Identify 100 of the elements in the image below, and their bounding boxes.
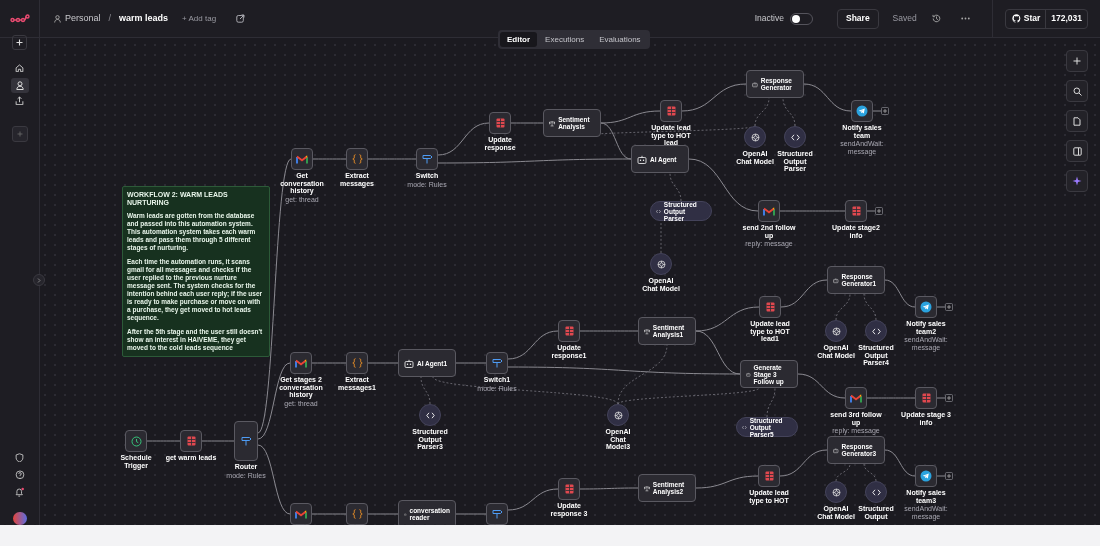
- tab[interactable]: Executions: [538, 32, 592, 47]
- add-node-handle[interactable]: [945, 394, 953, 402]
- sub-node[interactable]: [865, 320, 887, 342]
- more-icon[interactable]: [960, 17, 970, 20]
- workflow-node[interactable]: [486, 503, 508, 525]
- sub-node[interactable]: [825, 481, 847, 503]
- workflow-node[interactable]: [915, 296, 937, 318]
- paper-plane-icon: [856, 105, 868, 117]
- add-node-handle[interactable]: [881, 107, 889, 115]
- sub-node[interactable]: [744, 126, 766, 148]
- workflow-node[interactable]: [558, 478, 580, 500]
- paper-plane-icon: [920, 301, 932, 313]
- connector: [779, 210, 846, 212]
- workflow-node[interactable]: [346, 352, 368, 374]
- workflow-node[interactable]: [915, 387, 937, 409]
- sub-node[interactable]: [650, 253, 672, 275]
- home-icon[interactable]: [15, 63, 24, 73]
- workflow-node[interactable]: [346, 503, 368, 525]
- workflow-node[interactable]: [346, 148, 368, 170]
- search-icon: [1072, 86, 1082, 96]
- code-icon: [656, 207, 661, 215]
- bell-icon[interactable]: [14, 486, 25, 498]
- workflow-node[interactable]: [291, 148, 313, 170]
- workflow-node[interactable]: [851, 100, 873, 122]
- external-link-icon[interactable]: [236, 14, 246, 23]
- envelope-m-icon: [295, 509, 307, 519]
- workflow-node[interactable]: [489, 112, 511, 134]
- user-avatar[interactable]: [12, 511, 27, 525]
- table-icon: [851, 206, 861, 216]
- sub-node[interactable]: [825, 320, 847, 342]
- robot-icon: [404, 358, 414, 368]
- table-icon: [764, 471, 774, 481]
- tab[interactable]: Editor: [500, 32, 538, 47]
- add-node-handle[interactable]: [875, 207, 883, 215]
- sub-node[interactable]: [419, 404, 441, 426]
- workflow-node[interactable]: [915, 465, 937, 487]
- table-icon: [564, 326, 574, 336]
- signpost-icon: [421, 154, 433, 164]
- workflow-node[interactable]: [234, 421, 258, 461]
- connector: [779, 449, 828, 477]
- workflow-node[interactable]: [125, 430, 147, 452]
- sticky-note-button[interactable]: [1066, 110, 1088, 132]
- connector: [782, 97, 796, 127]
- knot-icon: [750, 132, 760, 142]
- workflow-node[interactable]: [759, 296, 781, 318]
- workflow-node[interactable]: [290, 503, 312, 525]
- connector: [884, 449, 916, 477]
- github-icon: [1011, 14, 1021, 23]
- connector: [367, 362, 399, 364]
- status-label: Inactive: [754, 12, 784, 25]
- workflow-node[interactable]: [660, 100, 682, 122]
- connector: [803, 83, 852, 112]
- plus-icon: [1073, 57, 1081, 65]
- table-icon: [564, 484, 574, 494]
- connector: [510, 122, 544, 124]
- help-icon[interactable]: [14, 470, 25, 480]
- workflow-node[interactable]: [486, 352, 508, 374]
- active-toggle[interactable]: [790, 12, 813, 25]
- sub-node[interactable]: [784, 126, 806, 148]
- workflow-node[interactable]: [558, 320, 580, 342]
- workflow-node[interactable]: [290, 352, 312, 374]
- add-tag-link[interactable]: + Add tag: [182, 12, 217, 25]
- workflow-name[interactable]: warm leads: [119, 11, 169, 26]
- workflow-node[interactable]: [758, 200, 780, 222]
- nav-item[interactable]: [10, 78, 29, 93]
- shield-icon[interactable]: [15, 452, 24, 463]
- github-star-button[interactable]: Star 172,031: [1004, 8, 1088, 29]
- ai-assistant-button[interactable]: [1066, 170, 1088, 192]
- connector: [669, 172, 682, 202]
- panel-button[interactable]: [1066, 140, 1088, 162]
- braces-icon: [351, 358, 363, 368]
- workflow-node[interactable]: [845, 200, 867, 222]
- workflow-node[interactable]: [416, 148, 438, 170]
- workflow-node[interactable]: [845, 387, 867, 409]
- workspace-link[interactable]: Personal: [65, 11, 101, 26]
- sparkle-icon: [1072, 176, 1082, 186]
- envelope-m-icon: [763, 206, 775, 216]
- add-node-handle[interactable]: [945, 303, 953, 311]
- add-button[interactable]: [12, 35, 27, 50]
- sub-node[interactable]: [607, 404, 629, 426]
- logo-icon[interactable]: [9, 13, 30, 24]
- code-icon: [871, 488, 881, 496]
- share-button[interactable]: Share: [837, 8, 879, 29]
- robot-icon: [637, 154, 647, 164]
- add-node-button[interactable]: [1066, 50, 1088, 72]
- panel-icon: [1072, 146, 1082, 156]
- knot-icon: [831, 487, 841, 497]
- paper-plane-icon: [920, 470, 932, 482]
- history-icon[interactable]: [931, 14, 941, 23]
- connector: [681, 83, 747, 112]
- plus-icon: [16, 130, 23, 137]
- upload-icon[interactable]: [15, 95, 24, 106]
- search-button[interactable]: [1066, 80, 1088, 102]
- workflow-node[interactable]: [758, 465, 780, 487]
- envelope-m-icon: [295, 358, 307, 368]
- tab[interactable]: Evaluations: [592, 32, 648, 47]
- sub-node[interactable]: [865, 481, 887, 503]
- add-node-handle[interactable]: [945, 472, 953, 480]
- star-label: Star: [1023, 12, 1041, 25]
- workflow-node[interactable]: [180, 430, 202, 452]
